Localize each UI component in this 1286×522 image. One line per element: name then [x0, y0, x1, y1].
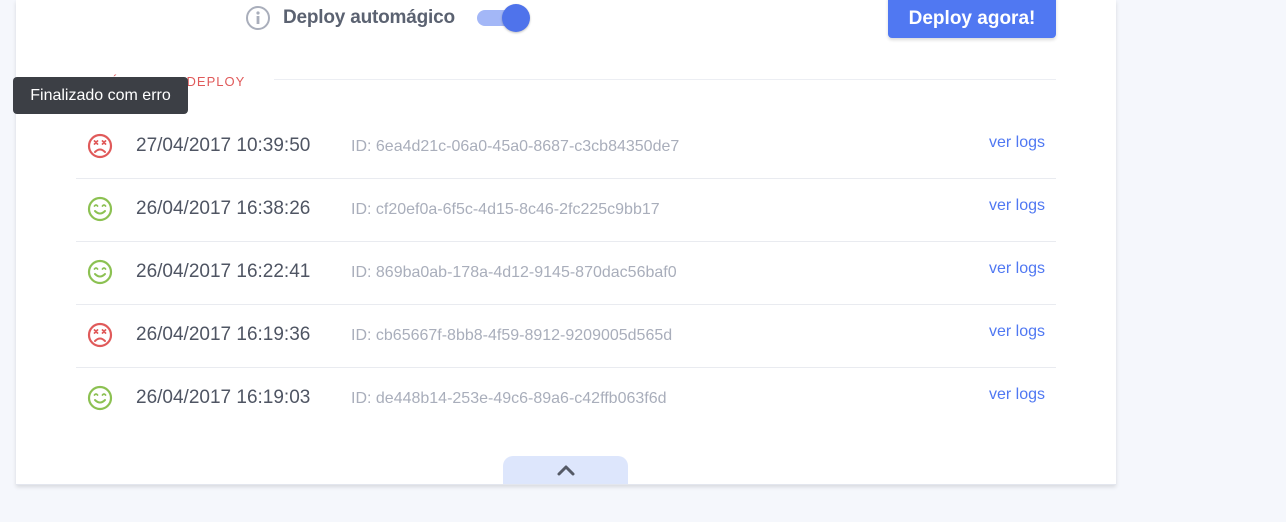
view-logs-link[interactable]: ver logs [989, 260, 1045, 278]
sad-face-icon[interactable] [86, 321, 114, 349]
deploy-id: ID: 6ea4d21c-06a0-45a0-8687-c3cb84350de7 [351, 138, 680, 155]
deploy-card: Deploy automágico Deploy agora! Históric… [16, 0, 1116, 485]
deploy-id: ID: cf20ef0a-6f5c-4d15-8c46-2fc225c9bb17 [351, 201, 660, 218]
info-icon[interactable] [245, 5, 271, 31]
deploy-history-row: 27/04/2017 10:39:50 ID: 6ea4d21c-06a0-45… [76, 116, 1056, 179]
chevron-up-icon [557, 465, 574, 476]
deploy-history-list: 27/04/2017 10:39:50 ID: 6ea4d21c-06a0-45… [76, 116, 1056, 430]
happy-face-icon[interactable] [86, 258, 114, 286]
auto-deploy-label: Deploy automágico [283, 7, 455, 28]
deploy-datetime: 27/04/2017 10:39:50 [136, 135, 311, 156]
collapse-button[interactable] [503, 456, 628, 484]
status-tooltip: Finalizado com erro [13, 77, 188, 114]
deploy-id: ID: de448b14-253e-49c6-89a6-c42ffb063f6d [351, 390, 667, 407]
toggle-knob [501, 4, 530, 32]
view-logs-link[interactable]: ver logs [989, 323, 1045, 341]
deploy-datetime: 26/04/2017 16:22:41 [136, 261, 311, 282]
deploy-id: ID: 869ba0ab-178a-4d12-9145-870dac56baf0 [351, 264, 677, 281]
happy-face-icon[interactable] [86, 195, 114, 223]
deploy-datetime: 26/04/2017 16:19:03 [136, 387, 311, 408]
deploy-datetime: 26/04/2017 16:38:26 [136, 198, 311, 219]
deploy-history-row: 26/04/2017 16:19:36 ID: cb65667f-8bb8-4f… [76, 305, 1056, 368]
deploy-history-row: 26/04/2017 16:38:26 ID: cf20ef0a-6f5c-4d… [76, 179, 1056, 242]
deploy-history-row: 26/04/2017 16:19:03 ID: de448b14-253e-49… [76, 368, 1056, 430]
view-logs-link[interactable]: ver logs [989, 134, 1045, 152]
happy-face-icon[interactable] [86, 384, 114, 412]
deploy-id: ID: cb65667f-8bb8-4f59-8912-9209005d565d [351, 327, 673, 344]
view-logs-link[interactable]: ver logs [989, 197, 1045, 215]
deploy-history-row: 26/04/2017 16:22:41 ID: 869ba0ab-178a-4d… [76, 242, 1056, 305]
auto-deploy-toggle[interactable] [475, 4, 531, 32]
auto-deploy-setting: Deploy automágico [245, 4, 531, 32]
deploy-now-button[interactable]: Deploy agora! [888, 0, 1056, 38]
sad-face-icon[interactable] [86, 132, 114, 160]
section-divider [274, 79, 1056, 80]
deploy-datetime: 26/04/2017 16:19:36 [136, 324, 311, 345]
view-logs-link[interactable]: ver logs [989, 386, 1045, 404]
